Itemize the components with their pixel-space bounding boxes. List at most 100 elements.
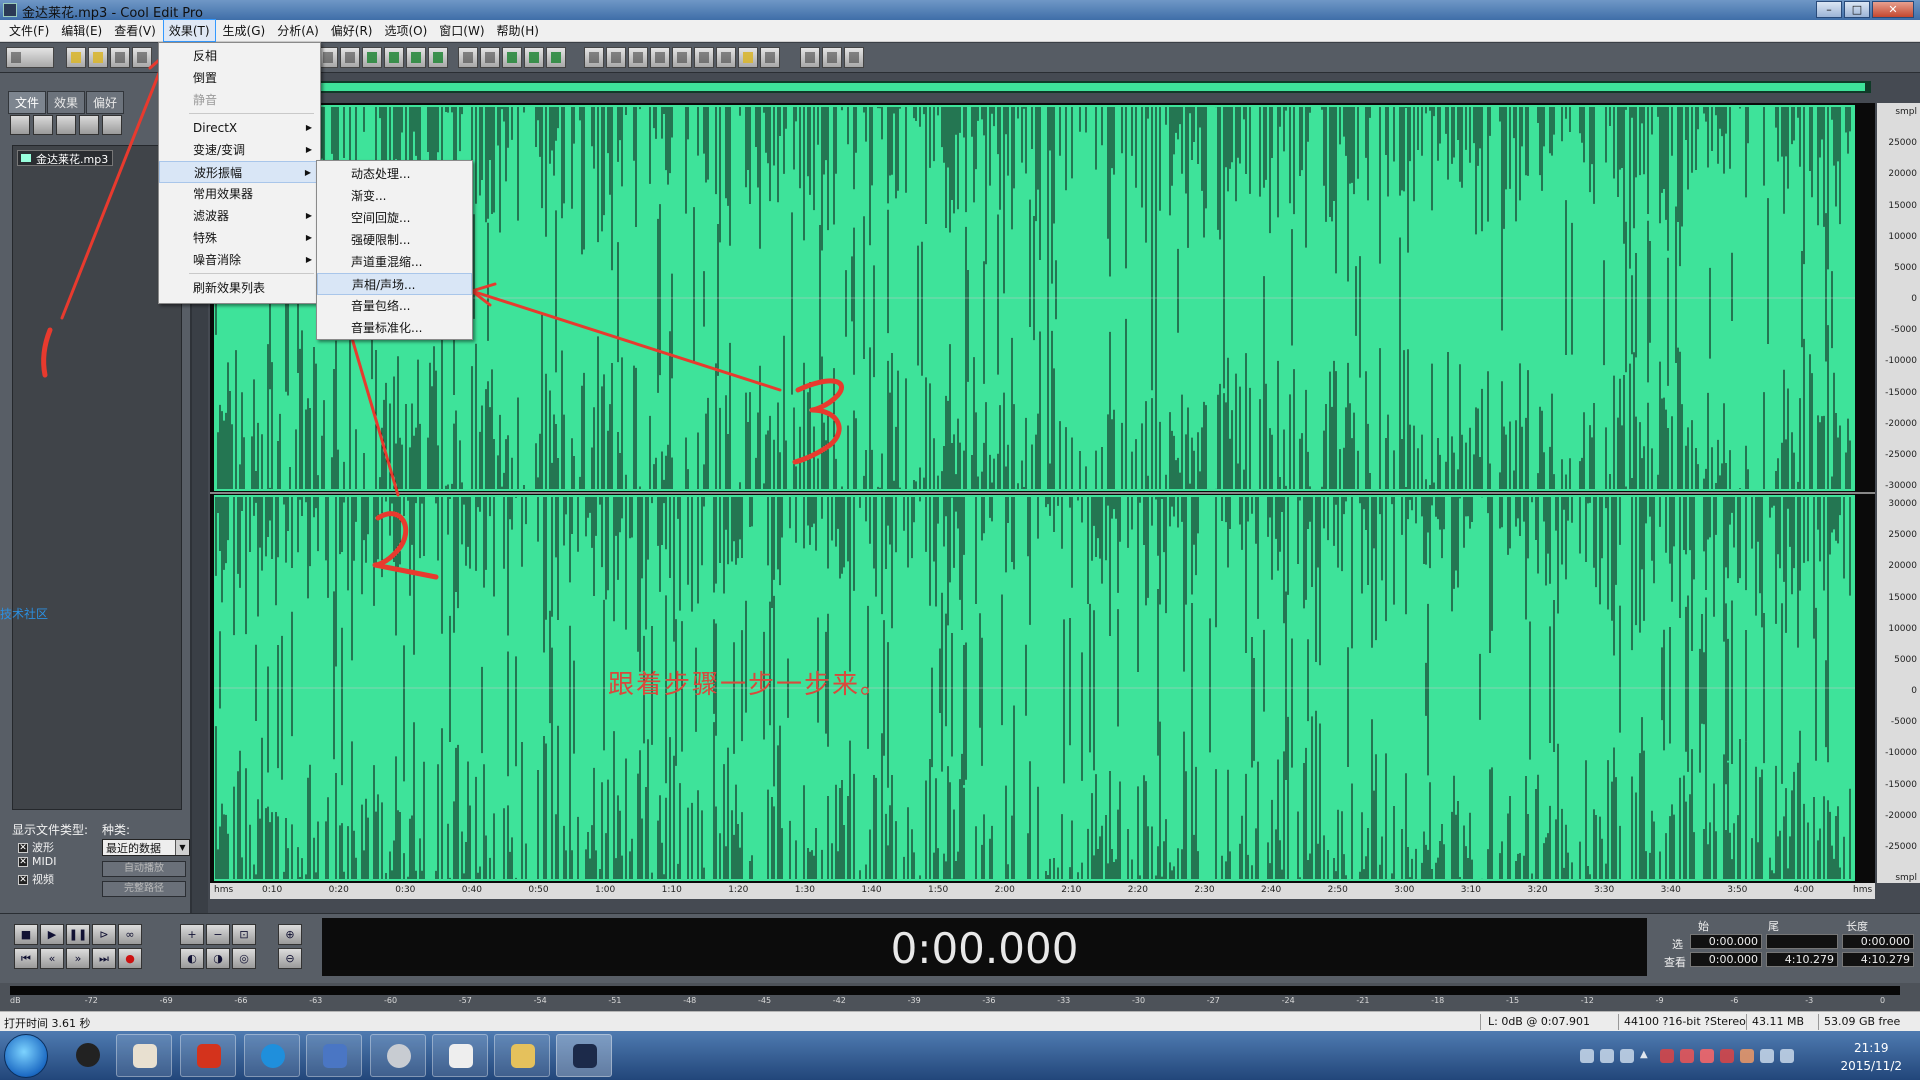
tray-app-icon[interactable] <box>1680 1049 1694 1063</box>
zoom-full-button[interactable]: ⊡ <box>232 924 256 945</box>
stop-button[interactable]: ■ <box>14 924 38 945</box>
view-end-field[interactable]: 4:10.279 <box>1766 952 1838 967</box>
go-to-end-button[interactable]: ⏭ <box>92 948 116 969</box>
record-button[interactable]: ● <box>118 948 142 969</box>
tray-network-icon[interactable] <box>1780 1049 1794 1063</box>
toolbar-button-7[interactable] <box>458 47 478 68</box>
panel-button-5[interactable] <box>102 115 122 135</box>
save-as-button[interactable] <box>132 47 152 68</box>
camera-icon[interactable] <box>370 1034 426 1077</box>
toolbar-button-17[interactable] <box>694 47 714 68</box>
toolbar-button-15[interactable] <box>650 47 670 68</box>
view-length-field[interactable]: 4:10.279 <box>1842 952 1914 967</box>
zoom-in-vertical-button[interactable]: ⊕ <box>278 924 302 945</box>
view-toggle-button[interactable] <box>6 47 54 68</box>
usb-icon[interactable] <box>432 1034 488 1077</box>
zoom-out-horizontal-button[interactable]: − <box>206 924 230 945</box>
open-file-button[interactable] <box>88 47 108 68</box>
tray-keyboard-icon[interactable] <box>1580 1049 1594 1063</box>
toolbar-button-22[interactable] <box>822 47 842 68</box>
start-button[interactable] <box>4 1034 48 1078</box>
folder-icon[interactable] <box>494 1034 550 1077</box>
menu-item-special[interactable]: 特殊 ▶ <box>159 227 320 249</box>
tray-app-icon[interactable] <box>1720 1049 1734 1063</box>
menu-item-refresh-effects[interactable]: 刷新效果列表 <box>159 277 320 299</box>
tray-flag-icon[interactable] <box>1620 1049 1634 1063</box>
tray-help-icon[interactable] <box>1600 1049 1614 1063</box>
submenu-item-envelope[interactable]: 音量包络... <box>317 295 472 317</box>
zoom-out-vertical-button[interactable]: ⊖ <box>278 948 302 969</box>
save-button[interactable] <box>110 47 130 68</box>
toolbar-button-8[interactable] <box>480 47 500 68</box>
zoom-left-button[interactable]: ◐ <box>180 948 204 969</box>
submenu-item-fade[interactable]: 渐变... <box>317 185 472 207</box>
time-ruler[interactable]: hms 0:10 0:20 0:30 0:40 0:50 1:00 1:10 1:20 1:30 1… <box>210 883 1875 899</box>
kugou-icon[interactable] <box>244 1034 300 1077</box>
pause-button[interactable]: ❚❚ <box>66 924 90 945</box>
menu-generate[interactable]: 生成(G) <box>218 20 271 41</box>
new-file-button[interactable] <box>66 47 86 68</box>
toolbar-button-9[interactable] <box>502 47 522 68</box>
full-path-button[interactable]: 完整路径 <box>102 881 186 897</box>
submenu-item-normalize[interactable]: 音量标准化... <box>317 317 472 339</box>
toolbar-button-4[interactable] <box>384 47 404 68</box>
panel-button-2[interactable] <box>33 115 53 135</box>
menu-item-filters[interactable]: 滤波器 ▶ <box>159 205 320 227</box>
right-channel-waveform[interactable] <box>214 495 1855 881</box>
menu-help[interactable]: 帮助(H) <box>492 20 544 41</box>
submenu-item-hard-limit[interactable]: 强硬限制... <box>317 229 472 251</box>
open-folder-button[interactable] <box>10 115 30 135</box>
tab-effects[interactable]: 效果 <box>47 91 86 114</box>
toolbar-button-10[interactable] <box>524 47 544 68</box>
panel-button-4[interactable] <box>79 115 99 135</box>
minimize-button[interactable]: – <box>1816 1 1842 18</box>
submenu-item-channel-mixer[interactable]: 声道重混缩... <box>317 251 472 273</box>
autoplay-button[interactable]: 自动播放 <box>102 861 186 877</box>
toolbar-button-12[interactable] <box>584 47 604 68</box>
type-waveform-checkbox[interactable]: ✕ 波形 <box>18 839 98 855</box>
toolbar-button-21[interactable] <box>800 47 820 68</box>
toolbar-button-16[interactable] <box>672 47 692 68</box>
tab-favorites[interactable]: 偏好 <box>86 91 125 114</box>
menu-item-time-pitch[interactable]: 变速/变调 ▶ <box>159 139 320 161</box>
cooledit-icon[interactable] <box>556 1034 612 1077</box>
toolbar-button-3[interactable] <box>362 47 382 68</box>
file-item[interactable]: 金达莱花.mp3 <box>17 150 114 166</box>
submenu-item-pan-expand[interactable]: 声相/声场... <box>317 273 472 295</box>
close-button[interactable]: ✕ <box>1872 1 1914 18</box>
menu-item-amplitude[interactable]: 波形振幅 ▶ <box>159 161 320 183</box>
menu-analyze[interactable]: 分析(A) <box>272 20 324 41</box>
toolbar-button-14[interactable] <box>628 47 648 68</box>
toolbar-button-18[interactable] <box>716 47 736 68</box>
go-to-start-button[interactable]: ⏮ <box>14 948 38 969</box>
network-icon[interactable] <box>306 1034 362 1077</box>
menu-options[interactable]: 选项(O) <box>379 20 432 41</box>
toolbar-button-20[interactable] <box>760 47 780 68</box>
toolbar-button-13[interactable] <box>606 47 626 68</box>
zoom-in-horizontal-button[interactable]: + <box>180 924 204 945</box>
menu-item-noise-reduction[interactable]: 噪音消除 ▶ <box>159 249 320 271</box>
overview-bar[interactable] <box>211 81 1871 93</box>
menu-edit[interactable]: 编辑(E) <box>56 20 107 41</box>
selection-length-field[interactable]: 0:00.000 <box>1842 934 1914 949</box>
menu-item-invert[interactable]: 反相 <box>159 45 320 67</box>
toolbar-button-5[interactable] <box>406 47 426 68</box>
menu-item-reverse[interactable]: 倒置 <box>159 67 320 89</box>
tray-app-icon[interactable] <box>1660 1049 1674 1063</box>
loop-button[interactable]: ∞ <box>118 924 142 945</box>
maximize-button[interactable]: □ <box>1844 1 1870 18</box>
play-to-end-button[interactable]: ⊳ <box>92 924 116 945</box>
play-button[interactable]: ▶ <box>40 924 64 945</box>
zoom-selection-button[interactable]: ◎ <box>232 948 256 969</box>
zoom-right-button[interactable]: ◑ <box>206 948 230 969</box>
rewind-button[interactable]: « <box>40 948 64 969</box>
menu-view[interactable]: 查看(V) <box>109 20 161 41</box>
menu-item-common-effects[interactable]: 常用效果器 <box>159 183 320 205</box>
tray-expand-icon[interactable]: ▲ <box>1640 1049 1654 1063</box>
type-video-checkbox[interactable]: ✕ 视频 <box>18 871 98 887</box>
fast-forward-button[interactable]: » <box>66 948 90 969</box>
menu-window[interactable]: 窗口(W) <box>434 20 489 41</box>
sort-select[interactable]: 最近的数据 ▼ <box>102 839 190 856</box>
qq-icon[interactable] <box>60 1034 116 1077</box>
menu-effects[interactable]: 效果(T) <box>162 19 216 42</box>
